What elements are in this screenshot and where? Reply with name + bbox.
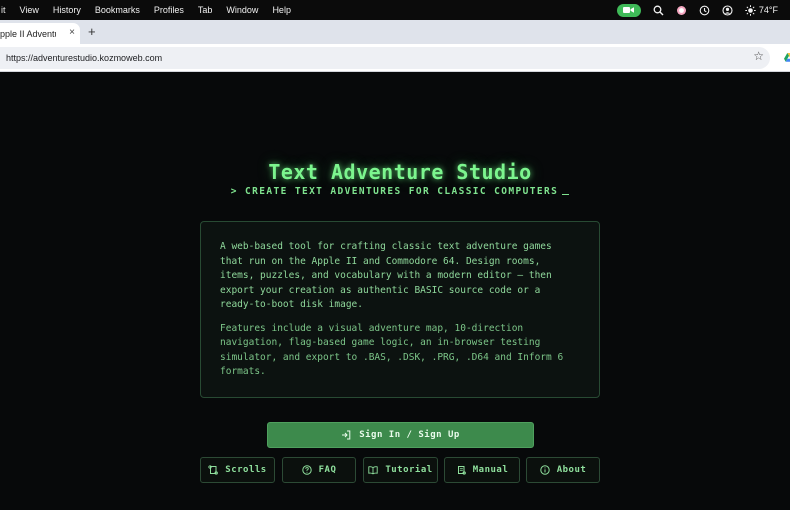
sun-icon (745, 4, 756, 16)
features-paragraph: Features include a visual adventure map,… (220, 322, 564, 378)
about-label: About (556, 465, 587, 475)
menu-item-help[interactable]: Help (272, 5, 291, 15)
scrolls-label: Scrolls (225, 465, 267, 475)
app-menus: it View History Bookmarks Profiles Tab W… (0, 5, 305, 15)
manual-button[interactable]: Manual (444, 457, 520, 483)
info-icon (540, 465, 550, 475)
page-title: Text Adventure Studio (268, 160, 532, 184)
menu-item-window[interactable]: Window (226, 5, 258, 15)
sign-in-label: Sign In / Sign Up (359, 430, 460, 440)
address-bar[interactable]: https://adventurestudio.kozmoweb.com (0, 47, 770, 69)
macos-menu-bar: it View History Bookmarks Profiles Tab W… (0, 0, 790, 20)
sign-in-button[interactable]: Sign In / Sign Up (267, 422, 534, 448)
faq-button[interactable]: FAQ (282, 457, 356, 483)
tab-title: Apple II Adventure St (0, 28, 56, 39)
menu-item-view[interactable]: View (20, 5, 39, 15)
scroll-icon (208, 465, 219, 475)
new-tab-button[interactable]: + (88, 24, 96, 40)
login-icon (342, 430, 351, 440)
menu-item-profiles[interactable]: Profiles (154, 5, 184, 15)
help-circle-icon (301, 465, 312, 475)
subtitle-text: > CREATE TEXT ADVENTURES FOR CLASSIC COM… (230, 186, 559, 197)
facetime-video-icon[interactable] (616, 3, 641, 17)
terminal-cursor (562, 186, 570, 195)
faq-label: FAQ (318, 465, 337, 475)
menu-item-tab[interactable]: Tab (198, 5, 213, 15)
url-text: https://adventurestudio.kozmoweb.com (6, 53, 163, 63)
browser-tab-active[interactable]: Apple II Adventure St × (0, 23, 80, 44)
about-button[interactable]: About (526, 457, 600, 483)
scroll-text-icon (457, 466, 466, 475)
description-paragraph: A web-based tool for crafting classic te… (220, 241, 552, 310)
tutorial-button[interactable]: Tutorial (363, 457, 438, 483)
profile-dot-icon[interactable] (676, 5, 687, 16)
manual-label: Manual (472, 465, 509, 475)
menu-item-history[interactable]: History (53, 5, 81, 15)
description-card: A web-based tool for crafting classic te… (200, 221, 600, 398)
browser-toolbar: https://adventurestudio.kozmoweb.com ☆ (0, 44, 790, 72)
user-circle-icon[interactable] (722, 4, 733, 16)
menu-item-partial[interactable]: it (1, 5, 6, 15)
browser-tab-strip: Apple II Adventure St × (0, 20, 790, 44)
tutorial-label: Tutorial (385, 465, 433, 475)
scrolls-button[interactable]: Scrolls (200, 457, 275, 483)
tab-close-icon[interactable]: × (69, 27, 75, 38)
page-content: Text Adventure Studio > CREATE TEXT ADVE… (0, 72, 790, 510)
book-open-icon (368, 466, 378, 475)
page-subtitle: > CREATE TEXT ADVENTURES FOR CLASSIC COM… (0, 186, 790, 197)
menu-item-bookmarks[interactable]: Bookmarks (95, 5, 140, 15)
time-machine-icon[interactable] (699, 5, 710, 16)
weather-widget[interactable]: 74°F (745, 4, 778, 16)
search-icon[interactable] (653, 5, 664, 16)
star-icon[interactable]: ☆ (753, 49, 764, 63)
temperature-label: 74°F (758, 5, 778, 15)
status-tray: 74°F (616, 0, 778, 20)
google-drive-icon[interactable] (784, 53, 790, 62)
